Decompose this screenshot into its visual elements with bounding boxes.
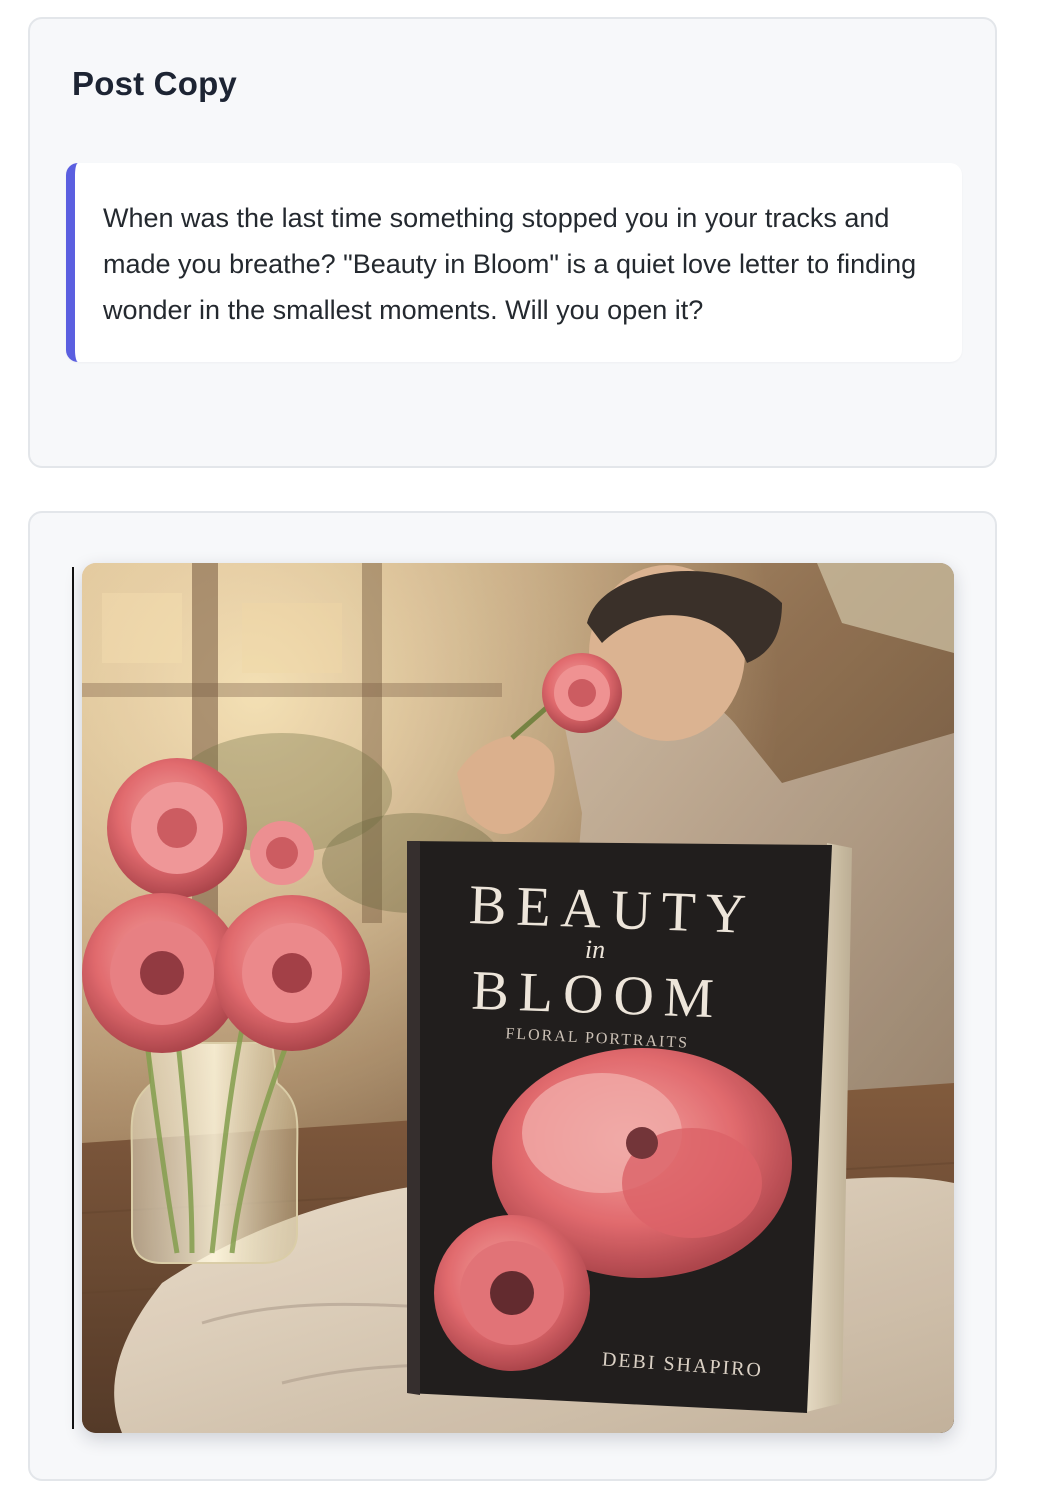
post-copy-quote: When was the last time something stopped… xyxy=(66,163,962,362)
post-copy-card: Post Copy When was the last time somethi… xyxy=(28,17,997,468)
post-copy-text: When was the last time something stopped… xyxy=(103,203,917,325)
post-image-card: BEAUTY in BLOOM FLORAL PORTRAITS DEBI SH… xyxy=(28,511,997,1481)
image-edge-line xyxy=(72,567,74,1429)
post-image[interactable]: BEAUTY in BLOOM FLORAL PORTRAITS DEBI SH… xyxy=(82,563,954,1433)
post-copy-title: Post Copy xyxy=(72,65,237,102)
post-image-illustration: BEAUTY in BLOOM FLORAL PORTRAITS DEBI SH… xyxy=(82,563,954,1433)
